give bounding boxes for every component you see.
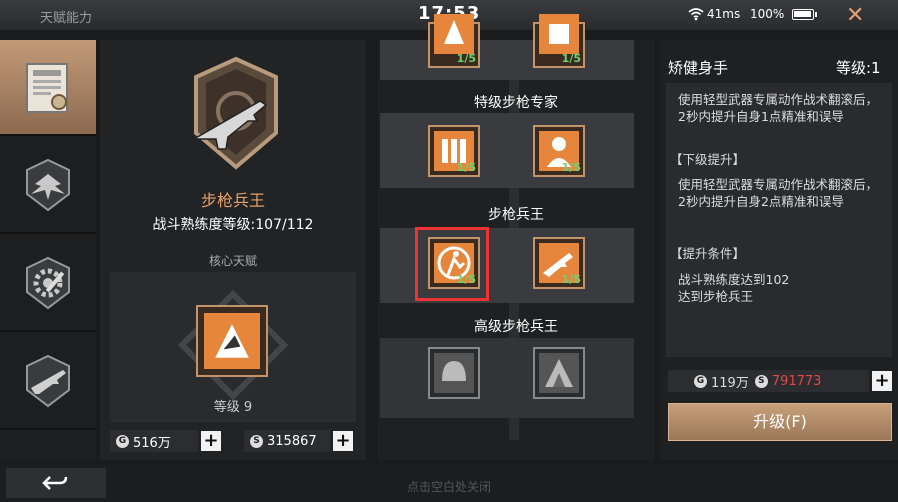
sidebar-item-gear[interactable] <box>0 236 96 332</box>
upgrade-cost: G 119万 S 791773 + <box>668 370 892 392</box>
tier-heading: 高级步枪兵王 <box>474 319 558 335</box>
next-level-title: 【下级提升】 <box>670 152 746 167</box>
silver-amount: 315867 <box>267 433 317 449</box>
cost-pill: G 119万 S 791773 <box>668 370 869 392</box>
skill-description-box: 使用轻型武器专属动作战术翻滚后，2秒内提升自身1点精准和误导 【下级提升】 使用… <box>666 83 892 357</box>
gear-wrench-icon <box>26 256 70 310</box>
talent-node[interactable]: 1/5 <box>428 14 480 68</box>
skill-name: 矫健身手 <box>668 59 729 77</box>
add-silver-button[interactable]: + <box>333 431 353 451</box>
core-talent-node[interactable] <box>196 305 268 377</box>
add-gold-button[interactable]: + <box>201 431 221 451</box>
talent-icon <box>539 14 579 54</box>
talent-level: 1/5 <box>456 52 476 65</box>
gold-coin-icon: G <box>116 434 129 448</box>
talent-level: 1/5 <box>561 52 581 65</box>
tier-row <box>380 40 634 80</box>
tier-heading: 步枪兵王 <box>488 207 544 223</box>
requirement-title: 【提升条件】 <box>670 246 746 261</box>
close-hint: 点击空白处关闭 <box>406 480 491 494</box>
talent-node[interactable]: 1/5 <box>428 125 480 177</box>
wings-emblem-icon <box>26 158 70 212</box>
upgrade-button[interactable]: 升级(F) <box>668 403 892 441</box>
pyramid-icon <box>539 353 579 393</box>
requirement-2: 达到步枪兵王 <box>678 289 754 304</box>
gold-amount: 516万 <box>133 435 171 451</box>
ping-readout: 41ms <box>707 7 741 21</box>
rifle-emblem-icon <box>26 354 70 408</box>
skill-description: 使用轻型武器专属动作战术翻滚后，2秒内提升自身1点精准和误导 <box>678 92 879 124</box>
sidebar-item-certificate[interactable] <box>0 40 96 136</box>
talent-icon <box>434 14 474 54</box>
talent-level: 1/5 <box>561 273 581 286</box>
silver-coin-icon: S <box>754 374 768 388</box>
silver-coin-icon: S <box>250 434 263 448</box>
skill-level: 等级:1 <box>836 59 881 77</box>
sidebar-item-wings[interactable] <box>0 138 96 234</box>
core-level: 等级 9 <box>213 400 253 415</box>
gold-currency: G 516万 + <box>110 430 221 452</box>
cost-silver: 791773 <box>771 373 822 389</box>
rifle-badge-icon <box>191 56 278 170</box>
talent-node[interactable]: 1/5 <box>533 14 585 68</box>
battery-percent: 100% <box>750 7 785 21</box>
talent-node[interactable]: 1/5 <box>533 125 585 177</box>
requirement-1: 战斗熟练度达到102 <box>678 272 790 287</box>
class-name: 步枪兵王 <box>200 191 265 210</box>
sidebar-item-rifle[interactable] <box>0 334 96 430</box>
core-talent-icon <box>204 313 260 369</box>
silver-currency: S 315867 + <box>244 430 353 452</box>
tier-row <box>380 113 634 188</box>
cost-gold: 119万 <box>711 375 749 391</box>
screen-title: 天赋能力 <box>40 11 93 26</box>
talent-node[interactable]: 1/5 <box>533 237 585 289</box>
core-talent-label: 核心天赋 <box>208 254 257 268</box>
next-level-description: 使用轻型武器专属动作战术翻滚后，2秒内提升自身2点精准和误导 <box>678 177 879 209</box>
battery-icon <box>792 9 817 20</box>
tier-heading: 特级步枪专家 <box>474 95 558 111</box>
talent-node-locked[interactable] <box>533 347 585 399</box>
tier-row <box>380 338 634 418</box>
wifi-icon <box>688 8 704 21</box>
talent-level: 1/5 <box>456 161 476 174</box>
gold-coin-icon: G <box>694 374 707 388</box>
talent-node-locked[interactable] <box>428 347 480 399</box>
mastery-level: 战斗熟练度等级:107/112 <box>152 217 314 233</box>
certificate-icon <box>26 63 68 113</box>
talent-level: 1/5 <box>561 161 581 174</box>
selection-highlight <box>415 227 489 301</box>
category-sidebar <box>0 40 96 460</box>
helmet-icon <box>434 353 474 393</box>
add-silver-button[interactable]: + <box>872 371 892 391</box>
close-x-icon[interactable]: ✕ <box>846 3 864 28</box>
